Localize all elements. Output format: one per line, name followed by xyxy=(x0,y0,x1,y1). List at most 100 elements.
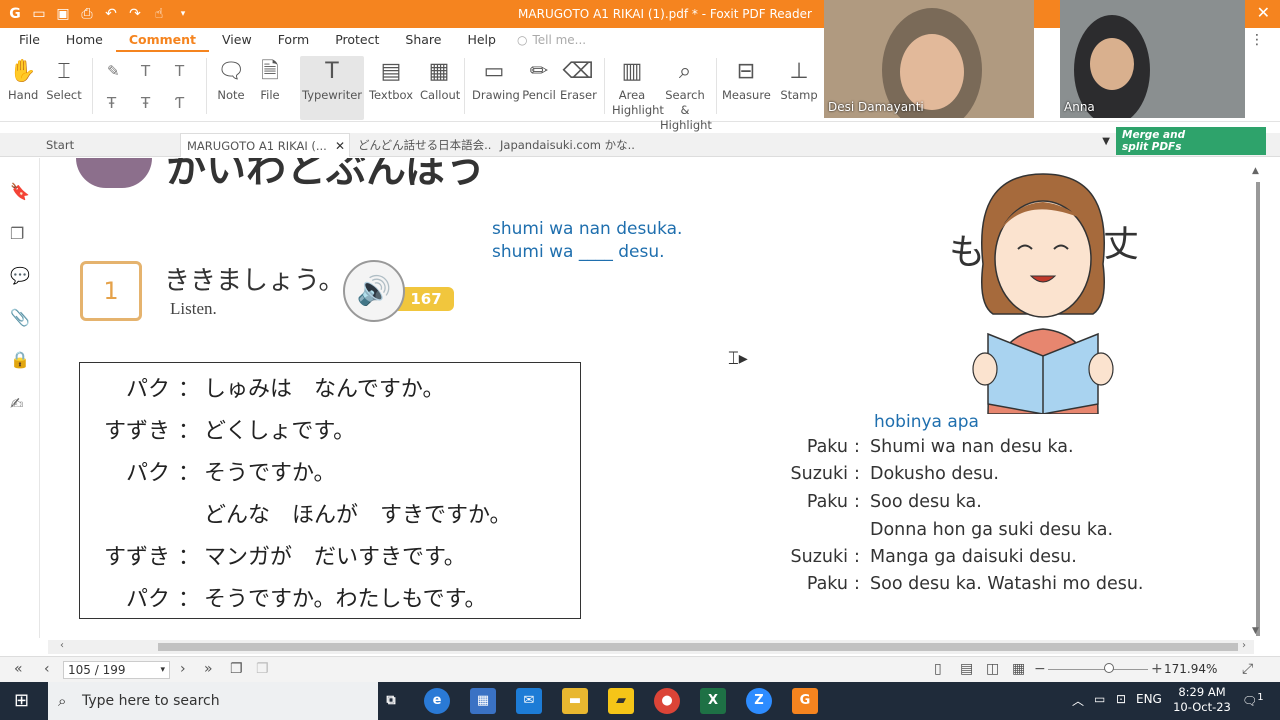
next-page-icon[interactable]: › xyxy=(180,661,186,677)
fullscreen-icon[interactable]: ⤢ xyxy=(1242,661,1253,677)
menu-share[interactable]: Share xyxy=(392,28,454,52)
menu-view[interactable]: View xyxy=(209,28,265,52)
video-tile-participant-2[interactable]: Anna xyxy=(1060,0,1245,118)
security-lock-icon[interactable]: 🔒 xyxy=(10,350,30,369)
highlight-icon[interactable]: ✎ xyxy=(107,62,120,80)
speaker-icon[interactable]: 🔊 xyxy=(343,260,405,322)
underline-icon[interactable]: T xyxy=(141,62,150,80)
first-page-icon[interactable]: « xyxy=(14,661,23,677)
scroll-left-icon[interactable]: ‹ xyxy=(60,640,64,651)
horizontal-scrollbar[interactable]: ‹ › xyxy=(48,640,1254,654)
menu-protect[interactable]: Protect xyxy=(322,28,392,52)
tab-dondon[interactable]: どんどん話せる日本語会... xyxy=(352,133,492,157)
eraser-tool[interactable]: ⌫ Eraser xyxy=(560,56,597,103)
tab-start[interactable]: Start xyxy=(40,133,178,157)
more-options-icon[interactable]: ⋮ xyxy=(1250,32,1264,48)
page-dropdown-icon[interactable]: ▾ xyxy=(160,662,165,678)
pages-icon[interactable]: ❐ xyxy=(10,224,24,243)
bookmark-icon[interactable]: 🔖 xyxy=(10,182,30,201)
comments-icon[interactable]: 💬 xyxy=(10,266,30,285)
previous-view-icon[interactable]: ❐ xyxy=(230,661,243,677)
stamp-tool[interactable]: ⊥ Stamp xyxy=(780,56,818,103)
tray-overflow-icon[interactable]: ︿ xyxy=(1072,692,1084,709)
scroll-right-icon[interactable]: › xyxy=(1242,640,1246,651)
excel-icon[interactable]: X xyxy=(700,688,726,714)
pdf-page[interactable]: かいわとぶんぽう shumi wa nan desuka. shumi wa _… xyxy=(48,158,1240,640)
scroll-up-icon[interactable]: ▲ xyxy=(1252,166,1259,176)
mail-icon[interactable]: ✉ xyxy=(516,688,542,714)
area-highlight-tool[interactable]: ▥ Area Highlight xyxy=(612,56,664,118)
search-highlight-tool[interactable]: ⌕ Search & Highlight xyxy=(660,56,712,133)
textbox-tool[interactable]: ▤ Textbox xyxy=(368,56,414,103)
tell-me-search[interactable]: ○ Tell me... xyxy=(517,33,586,47)
close-window-icon[interactable]: ✕ xyxy=(1257,3,1270,22)
menu-file[interactable]: File xyxy=(6,28,53,52)
zoom-level[interactable]: 171.94% xyxy=(1164,662,1217,676)
typewriter-tool[interactable]: T Typewriter xyxy=(300,56,364,120)
notifications-icon[interactable]: 🗨1 xyxy=(1242,692,1264,708)
edge-icon[interactable]: e xyxy=(424,688,450,714)
insert-text-icon[interactable]: Ƭ xyxy=(175,94,184,112)
taskbar-search[interactable]: ⌕ Type here to search xyxy=(48,682,378,720)
menu-form[interactable]: Form xyxy=(265,28,323,52)
save-icon[interactable]: ▣ xyxy=(54,6,72,22)
scroll-thumb[interactable] xyxy=(1256,182,1260,636)
callout-tool[interactable]: ▦ Callout xyxy=(420,56,460,103)
next-view-icon[interactable]: ❐ xyxy=(256,661,269,677)
zoom-in-icon[interactable]: + xyxy=(1151,661,1163,677)
file-attach-tool[interactable]: 🗎 File xyxy=(256,56,284,103)
store-icon[interactable]: ▦ xyxy=(470,688,496,714)
tab-marugoto[interactable]: MARUGOTO A1 RIKAI (... ✕ xyxy=(180,133,350,157)
last-page-icon[interactable]: » xyxy=(204,661,213,677)
strikeout-icon[interactable]: Ŧ xyxy=(107,94,116,112)
windows-start-icon[interactable]: ⊞ xyxy=(14,690,29,711)
undo-icon[interactable]: ↶ xyxy=(102,6,120,22)
menu-comment[interactable]: Comment xyxy=(115,28,210,52)
menu-help[interactable]: Help xyxy=(454,28,509,52)
horizontal-scroll-thumb[interactable] xyxy=(158,643,1238,651)
zoom-out-icon[interactable]: − xyxy=(1034,661,1046,677)
sticky-notes-icon[interactable]: ▰ xyxy=(608,688,634,714)
video-tile-participant-1[interactable]: Desi Damayanti xyxy=(824,0,1034,118)
page-number-input[interactable]: 105 / 199 ▾ xyxy=(63,661,170,679)
task-view-icon[interactable]: ⧉ xyxy=(378,688,404,714)
close-tab-icon[interactable]: ✕ xyxy=(335,134,345,157)
facing-page-icon[interactable]: ◫ xyxy=(986,661,999,677)
pencil-tool[interactable]: ✏ Pencil xyxy=(522,56,556,103)
attachments-icon[interactable]: 📎 xyxy=(10,308,30,327)
continuous-facing-icon[interactable]: ▦ xyxy=(1012,661,1025,677)
customize-icon[interactable]: ▾ xyxy=(174,9,192,19)
chrome-icon[interactable]: ● xyxy=(654,688,680,714)
zoom-slider-track[interactable] xyxy=(1048,669,1148,670)
annotation-shumi[interactable]: shumi wa nan desuka. shumi wa ____ desu. xyxy=(492,218,682,264)
tab-list-dropdown-icon[interactable]: ▼ xyxy=(1102,136,1110,147)
open-icon[interactable]: ▭ xyxy=(30,6,48,22)
squiggly-icon[interactable]: T xyxy=(175,62,184,80)
network-icon[interactable]: ⊡ xyxy=(1116,692,1126,706)
foxit-taskbar-icon[interactable]: G xyxy=(792,688,818,714)
taskbar-clock[interactable]: 8:29 AM 10-Oct-23 xyxy=(1172,685,1232,715)
redo-icon[interactable]: ↷ xyxy=(126,6,144,22)
drawing-tool[interactable]: ▭ Drawing xyxy=(472,56,520,103)
select-tool[interactable]: ⌶ Select xyxy=(46,56,82,103)
zoom-slider-thumb[interactable] xyxy=(1104,663,1114,673)
tab-japandaisuki[interactable]: Japandaisuki.com かな... xyxy=(494,133,634,157)
merge-split-promo[interactable]: Merge and split PDFs xyxy=(1116,127,1266,155)
language-indicator[interactable]: ENG xyxy=(1136,692,1162,706)
hand-tool-icon[interactable]: ☝ xyxy=(150,6,168,22)
annotation-hobinya[interactable]: hobinya apa xyxy=(874,412,979,432)
note-tool[interactable]: 🗨 Note xyxy=(214,56,248,103)
continuous-page-icon[interactable]: ▤ xyxy=(960,661,973,677)
hand-tool[interactable]: ✋ Hand xyxy=(8,56,38,103)
file-explorer-icon[interactable]: ▬ xyxy=(562,688,588,714)
battery-icon[interactable]: ▭ xyxy=(1094,692,1105,706)
scroll-down-icon[interactable]: ▼ xyxy=(1252,626,1259,636)
vertical-scrollbar[interactable]: ▲ ▼ xyxy=(1243,158,1269,640)
replace-text-icon[interactable]: Ŧ xyxy=(141,94,150,112)
measure-tool[interactable]: ⊟ Measure xyxy=(722,56,771,103)
previous-page-icon[interactable]: ‹ xyxy=(44,661,50,677)
print-icon[interactable]: ⎙ xyxy=(78,6,96,22)
single-page-icon[interactable]: ▯ xyxy=(934,661,942,677)
menu-home[interactable]: Home xyxy=(53,28,116,52)
signature-icon[interactable]: ✍ xyxy=(10,394,23,413)
